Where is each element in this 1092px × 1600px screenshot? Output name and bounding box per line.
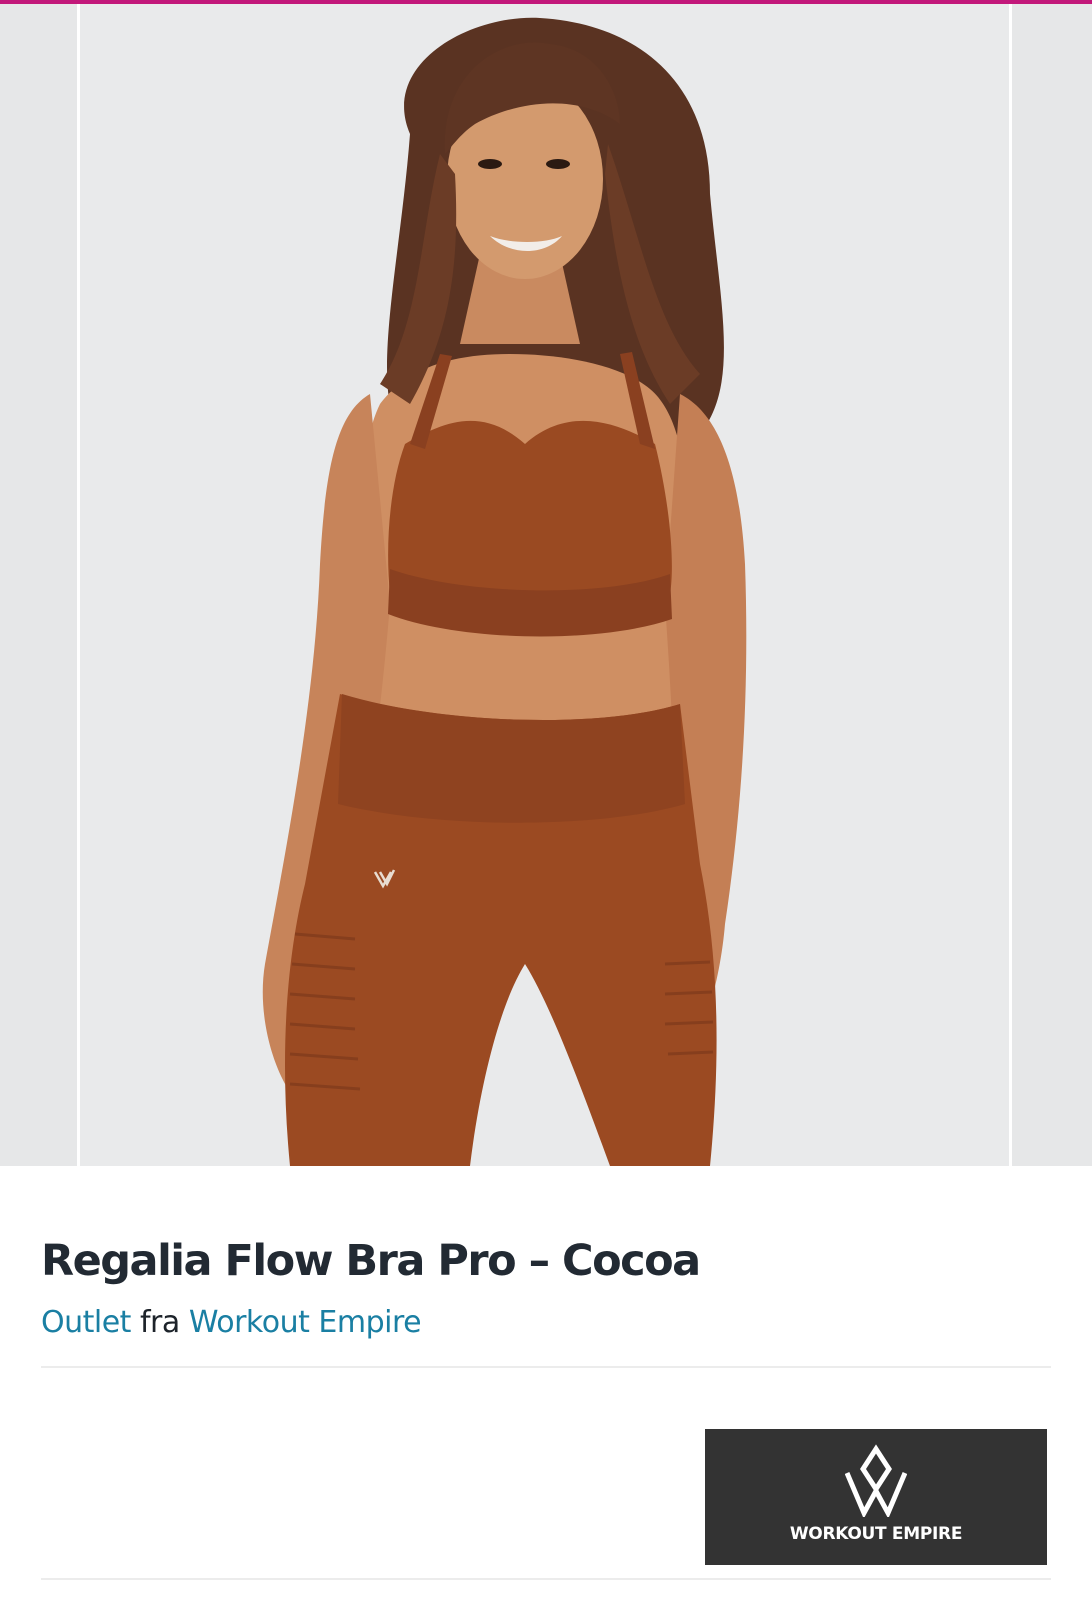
divider — [41, 1366, 1051, 1368]
brand-logo-text: WORKOUT EMPIRE — [789, 1524, 963, 1544]
product-title: Regalia Flow Bra Pro – Cocoa — [41, 1236, 701, 1286]
brand-link[interactable]: Workout Empire — [189, 1305, 422, 1340]
previous-image-peek[interactable] — [0, 4, 77, 1166]
product-source-line: Outlet fra Workout Empire — [41, 1305, 422, 1340]
product-photo[interactable] — [80, 4, 1009, 1166]
next-image-peek[interactable] — [1012, 4, 1092, 1166]
divider — [41, 1578, 1051, 1580]
product-image-carousel[interactable] — [0, 4, 1092, 1166]
from-label: fra — [140, 1305, 180, 1340]
workout-empire-logo-icon — [845, 1444, 907, 1517]
category-link[interactable]: Outlet — [41, 1305, 131, 1340]
brand-logo-button[interactable]: WORKOUT EMPIRE — [705, 1429, 1047, 1565]
